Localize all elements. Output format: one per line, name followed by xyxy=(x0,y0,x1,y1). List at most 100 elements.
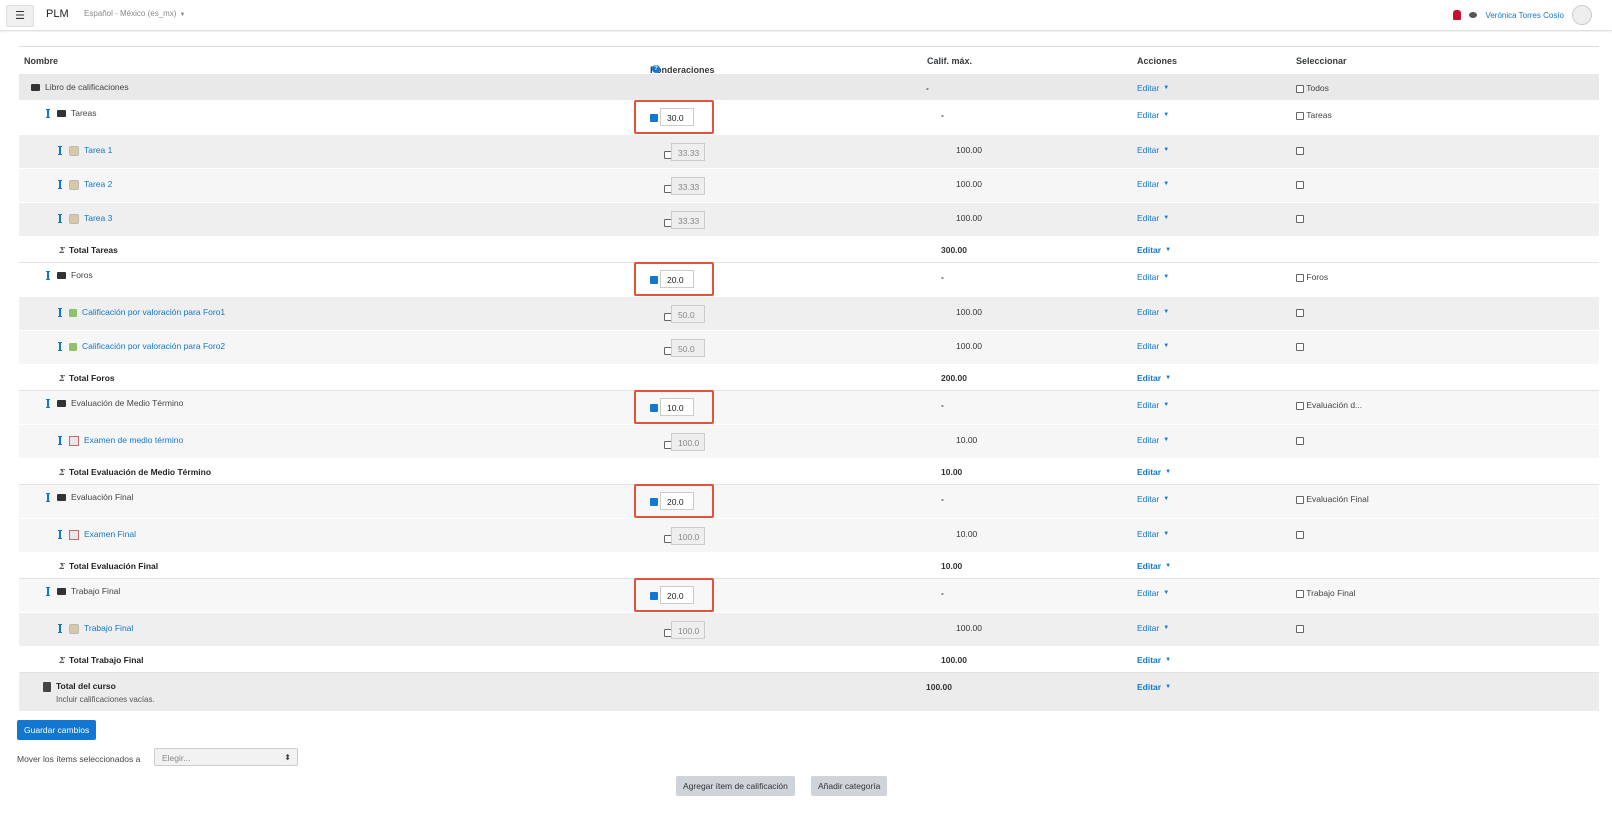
sigma-icon: Σ xyxy=(59,656,66,666)
move-icon[interactable] xyxy=(46,399,50,409)
select-item[interactable] xyxy=(1296,307,1304,317)
message-icon[interactable] xyxy=(1469,12,1478,18)
edit-menu[interactable]: Editar ▼ xyxy=(1137,110,1169,120)
item-name[interactable]: Calificación por valoración para Foro1 xyxy=(58,307,225,318)
forum-icon xyxy=(69,342,77,351)
select-category[interactable]: Trabajo Final xyxy=(1296,588,1356,598)
edit-menu[interactable]: Editar ▼ xyxy=(1137,494,1169,504)
hamburger-icon[interactable]: ☰ xyxy=(6,5,34,27)
table-row: Examen Final 100.0 10.00 Editar ▼ xyxy=(19,519,1599,553)
edit-menu[interactable]: Editar ▼ xyxy=(1137,561,1171,571)
save-changes-button[interactable]: Guardar cambios xyxy=(17,720,97,740)
edit-menu[interactable]: Editar ▼ xyxy=(1137,179,1169,189)
assignment-icon xyxy=(69,623,79,634)
table-row: Evaluación Final 20.0 - Editar ▼ Evaluaci… xyxy=(19,484,1599,519)
weight-override-checkbox[interactable] xyxy=(650,590,658,600)
user-name[interactable]: Verónica Torres Cosío xyxy=(1485,11,1564,20)
item-name[interactable]: Trabajo Final xyxy=(58,623,133,634)
weight-override-checkbox[interactable] xyxy=(650,112,658,122)
item-name[interactable]: Tarea 3 xyxy=(58,213,112,224)
select-item[interactable] xyxy=(1296,435,1304,445)
header-actions: Acciones xyxy=(1137,56,1178,66)
language-menu[interactable]: Español - México (es_mx) ▼ xyxy=(84,9,185,18)
add-grade-item-button[interactable]: Agregar ítem de calificación xyxy=(676,776,795,796)
help-icon[interactable]: ? xyxy=(652,65,660,73)
max-grade: 100.00 xyxy=(956,213,982,223)
forum-icon xyxy=(69,308,77,317)
caret-down-icon: ▼ xyxy=(1163,309,1170,315)
caret-down-icon: ▼ xyxy=(1163,531,1170,537)
select-item[interactable] xyxy=(1296,145,1304,155)
edit-menu[interactable]: Editar ▼ xyxy=(1137,245,1171,255)
edit-menu[interactable]: Editar ▼ xyxy=(1137,213,1169,223)
select-item[interactable] xyxy=(1296,213,1304,223)
weight-input: 50.0 xyxy=(671,305,705,323)
select-item[interactable] xyxy=(1296,623,1304,633)
select-all[interactable]: Todos xyxy=(1296,83,1329,93)
max-grade: - xyxy=(941,110,944,120)
item-name[interactable]: Examen de medio término xyxy=(58,435,183,446)
move-icon[interactable] xyxy=(46,109,50,119)
caret-down-icon: ▼ xyxy=(1165,469,1172,475)
move-icon[interactable] xyxy=(46,587,50,597)
weight-override-checkbox[interactable] xyxy=(650,496,658,506)
checkbox[interactable] xyxy=(1296,84,1304,93)
select-category[interactable]: Tareas xyxy=(1296,110,1332,120)
item-name[interactable]: Tarea 2 xyxy=(58,179,112,190)
edit-menu[interactable]: Editar ▼ xyxy=(1137,682,1171,692)
quiz-icon xyxy=(69,435,79,446)
edit-menu[interactable]: Editar ▼ xyxy=(1137,655,1171,665)
weight-override-checkbox[interactable] xyxy=(650,402,658,412)
select-item[interactable] xyxy=(1296,529,1304,539)
sigma-icon: Σ xyxy=(59,468,66,478)
item-name[interactable]: Tarea 1 xyxy=(58,145,112,156)
edit-menu[interactable]: Editar ▼ xyxy=(1137,272,1169,282)
edit-menu[interactable]: Editar ▼ xyxy=(1137,588,1169,598)
caret-down-icon: ▼ xyxy=(1163,437,1170,443)
select-category[interactable]: Evaluación d... xyxy=(1296,400,1362,410)
assignment-icon xyxy=(69,179,79,190)
weight-input[interactable]: 10.0 xyxy=(660,398,694,416)
edit-menu[interactable]: Editar ▼ xyxy=(1137,341,1169,351)
select-category[interactable]: Evaluación Final xyxy=(1296,494,1369,504)
sigma-icon: Σ xyxy=(59,562,66,572)
table-row: Tarea 1 33.33 100.00 Editar ▼ xyxy=(19,135,1599,169)
edit-menu[interactable]: Editar ▼ xyxy=(1137,400,1169,410)
edit-menu[interactable]: Editar ▼ xyxy=(1137,623,1169,633)
move-icon[interactable] xyxy=(46,493,50,503)
edit-menu[interactable]: Editar ▼ xyxy=(1137,83,1169,93)
course-total-name: Total del curso Incluir calificaciones va… xyxy=(43,681,155,704)
avatar[interactable] xyxy=(1572,5,1592,25)
notification-bell-icon[interactable] xyxy=(1453,10,1462,20)
weight-input: 100.0 xyxy=(671,621,705,639)
weight-input[interactable]: 30.0 xyxy=(660,108,694,126)
add-category-button[interactable]: Añadir categoría xyxy=(811,776,888,796)
table-row: Σ Total Evaluación Final 10.00 Editar ▼ xyxy=(19,553,1599,579)
edit-menu[interactable]: Editar ▼ xyxy=(1137,467,1171,477)
select-item[interactable] xyxy=(1296,179,1304,189)
max-grade: 100.00 xyxy=(956,179,982,189)
caret-down-icon: ▼ xyxy=(1163,274,1170,280)
weight-input[interactable]: 20.0 xyxy=(660,492,694,510)
weight-input[interactable]: 20.0 xyxy=(660,270,694,288)
site-brand[interactable]: PLM xyxy=(46,8,69,20)
move-icon[interactable] xyxy=(46,271,50,281)
max-grade: - xyxy=(941,272,944,282)
edit-menu[interactable]: Editar ▼ xyxy=(1137,307,1169,317)
move-icon xyxy=(58,146,62,156)
header-select: Seleccionar xyxy=(1296,56,1347,66)
weight-override-checkbox[interactable] xyxy=(650,274,658,284)
edit-menu[interactable]: Editar ▼ xyxy=(1137,435,1169,445)
edit-menu[interactable]: Editar ▼ xyxy=(1137,145,1169,155)
edit-menu[interactable]: Editar ▼ xyxy=(1137,529,1169,539)
item-name[interactable]: Examen Final xyxy=(58,529,136,540)
table-header: Nombre Ponderaciones? Calif. máx. Accion… xyxy=(19,46,1599,75)
move-items-select[interactable]: Elegir... ⬍ xyxy=(154,748,298,766)
move-icon xyxy=(58,214,62,224)
select-item[interactable] xyxy=(1296,341,1304,351)
select-category[interactable]: Foros xyxy=(1296,272,1328,282)
item-name[interactable]: Calificación por valoración para Foro2 xyxy=(58,341,225,352)
weight-input[interactable]: 20.0 xyxy=(660,586,694,604)
weight-input: 100.0 xyxy=(671,433,705,451)
edit-menu[interactable]: Editar ▼ xyxy=(1137,373,1171,383)
